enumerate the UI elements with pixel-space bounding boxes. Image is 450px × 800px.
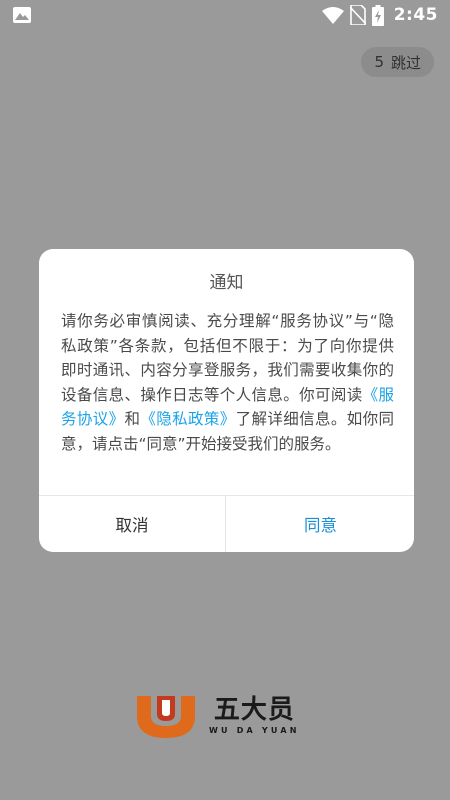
skip-countdown: 5 [374, 53, 384, 71]
cancel-button[interactable]: 取消 [39, 496, 225, 552]
brand-name-cn: 五大员 [213, 695, 295, 725]
skip-button[interactable]: 5 跳过 [361, 47, 434, 77]
agree-button[interactable]: 同意 [227, 496, 414, 552]
privacy-dialog: 通知 请你务必审慎阅读、充分理解“服务协议”与“隐私政策”各条款，包括但不限于：… [39, 249, 414, 552]
button-divider [225, 496, 226, 552]
no-sim-icon [349, 5, 366, 25]
dialog-message-and: 和 [124, 410, 141, 428]
dialog-message-text: 请你务必审慎阅读、充分理解“服务协议”与“隐私政策”各条款，包括但不限于：为了向… [61, 312, 394, 404]
brand-name-en: WU DA YUAN [209, 726, 300, 735]
logo-mark-icon [137, 696, 195, 738]
brand-logo: 五大员 WU DA YUAN [135, 692, 315, 740]
status-time: 2:45 [393, 5, 438, 25]
logo-wordmark: 五大员 WU DA YUAN [209, 696, 300, 736]
dialog-title: 通知 [209, 273, 244, 293]
dialog-message: 请你务必审慎阅读、充分理解“服务协议”与“隐私政策”各条款，包括但不限于：为了向… [61, 309, 394, 456]
battery-charging-icon [371, 4, 384, 26]
image-notification-icon [13, 7, 31, 23]
privacy-policy-link[interactable]: 《隐私政策》 [140, 410, 235, 428]
skip-label: 跳过 [390, 53, 421, 72]
wifi-icon [321, 6, 344, 24]
status-bar: 2:45 [0, 0, 450, 30]
splash-screen: 2:45 5 跳过 通知 请你务必审慎阅读、充分理解“服务协议”与“隐私政策”各… [0, 0, 450, 800]
